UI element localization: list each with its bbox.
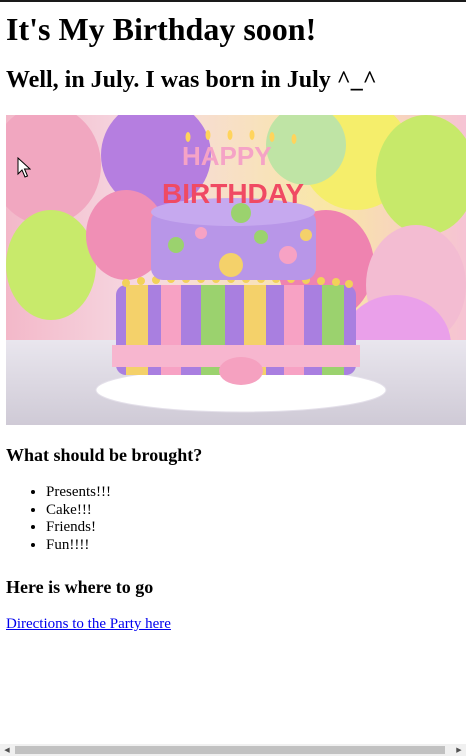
mouse-pointer-icon [17, 156, 32, 179]
bring-list: Presents!!! Cake!!! Friends! Fun!!!! [6, 484, 111, 554]
scrollbar-thumb[interactable] [15, 746, 445, 754]
page-title: It's My Birthday soon! [6, 11, 317, 47]
page-subtitle: Well, in July. I was born in July ^_^ [6, 67, 377, 93]
triangle-right-icon[interactable]: ▶ [452, 744, 466, 756]
directions-link[interactable]: Directions to the Party here [6, 615, 171, 633]
cake-sign-bottom: BIRTHDAY [162, 178, 304, 209]
list-item: Friends! [46, 519, 111, 537]
window-top-border [0, 0, 466, 2]
horizontal-scrollbar[interactable]: ◀ ▶ [0, 744, 466, 756]
cake-sign-top: HAPPY [182, 141, 272, 171]
list-item: Fun!!!! [46, 537, 111, 555]
triangle-left-icon[interactable]: ◀ [0, 744, 14, 756]
list-item: Cake!!! [46, 502, 111, 520]
birthday-cake-image: HAPPY BIRTHDAY [6, 115, 466, 425]
bring-heading: What should be brought? [6, 445, 203, 465]
list-item: Presents!!! [46, 484, 111, 502]
where-heading: Here is where to go [6, 577, 154, 597]
